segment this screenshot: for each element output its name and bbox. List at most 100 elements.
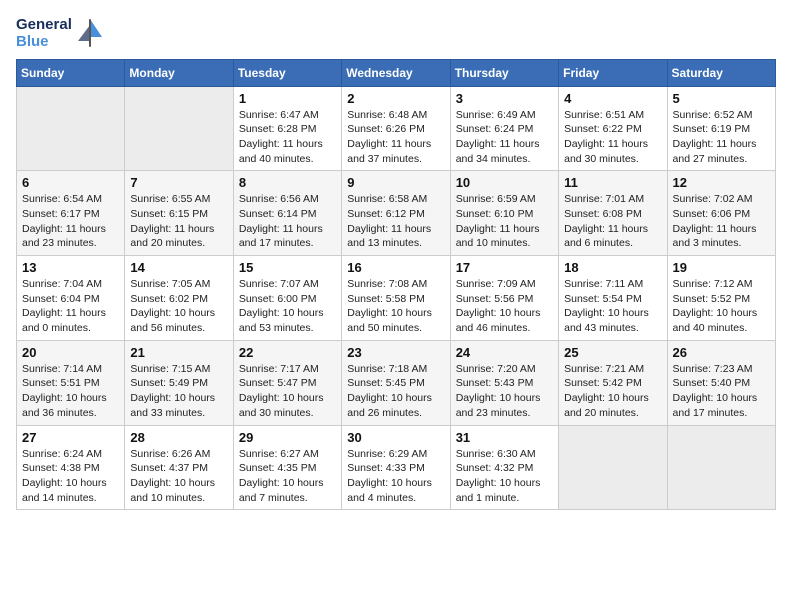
weekday-header-row: SundayMondayTuesdayWednesdayThursdayFrid… (17, 59, 776, 86)
calendar-cell: 2 Sunrise: 6:48 AMSunset: 6:26 PMDaylight… (342, 86, 450, 171)
calendar-cell: 31 Sunrise: 6:30 AMSunset: 4:32 PMDayligh… (450, 425, 558, 510)
day-info: Sunrise: 6:55 AMSunset: 6:15 PMDaylight:… (130, 192, 227, 251)
weekday-header-saturday: Saturday (667, 59, 775, 86)
calendar-cell: 22 Sunrise: 7:17 AMSunset: 5:47 PMDayligh… (233, 340, 341, 425)
day-number: 5 (673, 91, 770, 106)
calendar-cell: 17 Sunrise: 7:09 AMSunset: 5:56 PMDayligh… (450, 256, 558, 341)
logo-wordmark: GeneralBlue (16, 16, 72, 51)
day-number: 26 (673, 345, 770, 360)
calendar-cell: 19 Sunrise: 7:12 AMSunset: 5:52 PMDayligh… (667, 256, 775, 341)
calendar-table: SundayMondayTuesdayWednesdayThursdayFrid… (16, 59, 776, 511)
day-info: Sunrise: 7:14 AMSunset: 5:51 PMDaylight:… (22, 362, 119, 421)
day-number: 23 (347, 345, 444, 360)
day-number: 7 (130, 175, 227, 190)
day-info: Sunrise: 6:24 AMSunset: 4:38 PMDaylight:… (22, 447, 119, 506)
calendar-cell: 30 Sunrise: 6:29 AMSunset: 4:33 PMDayligh… (342, 425, 450, 510)
day-number: 18 (564, 260, 661, 275)
calendar-cell: 25Sunrise: 7:21 AMSunset: 5:42 PMDayligh… (559, 340, 667, 425)
calendar-cell: 21Sunrise: 7:15 AMSunset: 5:49 PMDayligh… (125, 340, 233, 425)
calendar-cell: 29Sunrise: 6:27 AMSunset: 4:35 PMDayligh… (233, 425, 341, 510)
day-info: Sunrise: 6:30 AMSunset: 4:32 PMDaylight:… (456, 447, 553, 506)
calendar-cell: 14 Sunrise: 7:05 AMSunset: 6:02 PMDayligh… (125, 256, 233, 341)
day-number: 13 (22, 260, 119, 275)
day-info: Sunrise: 6:27 AMSunset: 4:35 PMDaylight:… (239, 447, 336, 506)
day-info: Sunrise: 7:20 AMSunset: 5:43 PMDaylight:… (456, 362, 553, 421)
calendar-header: SundayMondayTuesdayWednesdayThursdayFrid… (17, 59, 776, 86)
day-info: Sunrise: 6:51 AMSunset: 6:22 PMDaylight:… (564, 108, 661, 167)
calendar-cell: 20 Sunrise: 7:14 AMSunset: 5:51 PMDayligh… (17, 340, 125, 425)
calendar-cell: 12 Sunrise: 7:02 AMSunset: 6:06 PMDayligh… (667, 171, 775, 256)
day-info: Sunrise: 6:59 AMSunset: 6:10 PMDaylight:… (456, 192, 553, 251)
day-number: 2 (347, 91, 444, 106)
calendar-cell: 10 Sunrise: 6:59 AMSunset: 6:10 PMDayligh… (450, 171, 558, 256)
calendar-cell: 16 Sunrise: 7:08 AMSunset: 5:58 PMDayligh… (342, 256, 450, 341)
calendar-cell: 13 Sunrise: 7:04 AMSunset: 6:04 PMDayligh… (17, 256, 125, 341)
calendar-week-4: 20 Sunrise: 7:14 AMSunset: 5:51 PMDayligh… (17, 340, 776, 425)
calendar-cell (667, 425, 775, 510)
calendar-cell: 28 Sunrise: 6:26 AMSunset: 4:37 PMDayligh… (125, 425, 233, 510)
day-number: 20 (22, 345, 119, 360)
calendar-cell: 8 Sunrise: 6:56 AMSunset: 6:14 PMDaylight… (233, 171, 341, 256)
calendar-cell: 24 Sunrise: 7:20 AMSunset: 5:43 PMDayligh… (450, 340, 558, 425)
day-number: 9 (347, 175, 444, 190)
calendar-week-5: 27 Sunrise: 6:24 AMSunset: 4:38 PMDayligh… (17, 425, 776, 510)
weekday-header-friday: Friday (559, 59, 667, 86)
day-number: 27 (22, 430, 119, 445)
day-info: Sunrise: 7:09 AMSunset: 5:56 PMDaylight:… (456, 277, 553, 336)
day-info: Sunrise: 6:29 AMSunset: 4:33 PMDaylight:… (347, 447, 444, 506)
calendar-cell: 23 Sunrise: 7:18 AMSunset: 5:45 PMDayligh… (342, 340, 450, 425)
day-info: Sunrise: 7:08 AMSunset: 5:58 PMDaylight:… (347, 277, 444, 336)
day-number: 22 (239, 345, 336, 360)
day-info: Sunrise: 6:58 AMSunset: 6:12 PMDaylight:… (347, 192, 444, 251)
calendar-cell (125, 86, 233, 171)
day-info: Sunrise: 7:17 AMSunset: 5:47 PMDaylight:… (239, 362, 336, 421)
day-info: Sunrise: 6:26 AMSunset: 4:37 PMDaylight:… (130, 447, 227, 506)
day-number: 10 (456, 175, 553, 190)
day-info: Sunrise: 6:54 AMSunset: 6:17 PMDaylight:… (22, 192, 119, 251)
day-number: 1 (239, 91, 336, 106)
calendar-cell: 26 Sunrise: 7:23 AMSunset: 5:40 PMDayligh… (667, 340, 775, 425)
calendar-cell: 7 Sunrise: 6:55 AMSunset: 6:15 PMDaylight… (125, 171, 233, 256)
day-info: Sunrise: 7:21 AMSunset: 5:42 PMDaylight:… (564, 362, 661, 421)
day-info: Sunrise: 7:18 AMSunset: 5:45 PMDaylight:… (347, 362, 444, 421)
day-number: 14 (130, 260, 227, 275)
calendar-cell (559, 425, 667, 510)
day-number: 19 (673, 260, 770, 275)
day-number: 17 (456, 260, 553, 275)
day-number: 28 (130, 430, 227, 445)
calendar-cell: 1 Sunrise: 6:47 AMSunset: 6:28 PMDaylight… (233, 86, 341, 171)
day-number: 12 (673, 175, 770, 190)
calendar-body: 1 Sunrise: 6:47 AMSunset: 6:28 PMDaylight… (17, 86, 776, 510)
calendar-cell: 11 Sunrise: 7:01 AMSunset: 6:08 PMDayligh… (559, 171, 667, 256)
day-info: Sunrise: 7:01 AMSunset: 6:08 PMDaylight:… (564, 192, 661, 251)
day-info: Sunrise: 7:23 AMSunset: 5:40 PMDaylight:… (673, 362, 770, 421)
day-info: Sunrise: 7:05 AMSunset: 6:02 PMDaylight:… (130, 277, 227, 336)
weekday-header-monday: Monday (125, 59, 233, 86)
weekday-header-wednesday: Wednesday (342, 59, 450, 86)
day-number: 11 (564, 175, 661, 190)
calendar-cell (17, 86, 125, 171)
day-info: Sunrise: 7:04 AMSunset: 6:04 PMDaylight:… (22, 277, 119, 336)
day-number: 24 (456, 345, 553, 360)
day-info: Sunrise: 6:49 AMSunset: 6:24 PMDaylight:… (456, 108, 553, 167)
calendar-cell: 3Sunrise: 6:49 AMSunset: 6:24 PMDaylight… (450, 86, 558, 171)
calendar-cell: 18Sunrise: 7:11 AMSunset: 5:54 PMDayligh… (559, 256, 667, 341)
day-number: 16 (347, 260, 444, 275)
day-info: Sunrise: 7:12 AMSunset: 5:52 PMDaylight:… (673, 277, 770, 336)
day-info: Sunrise: 6:48 AMSunset: 6:26 PMDaylight:… (347, 108, 444, 167)
day-number: 15 (239, 260, 336, 275)
day-info: Sunrise: 6:56 AMSunset: 6:14 PMDaylight:… (239, 192, 336, 251)
day-number: 8 (239, 175, 336, 190)
calendar-cell: 4Sunrise: 6:51 AMSunset: 6:22 PMDaylight… (559, 86, 667, 171)
logo-sail-icon (76, 17, 104, 49)
weekday-header-sunday: Sunday (17, 59, 125, 86)
calendar-cell: 6Sunrise: 6:54 AMSunset: 6:17 PMDaylight… (17, 171, 125, 256)
day-number: 30 (347, 430, 444, 445)
day-info: Sunrise: 7:07 AMSunset: 6:00 PMDaylight:… (239, 277, 336, 336)
day-info: Sunrise: 7:02 AMSunset: 6:06 PMDaylight:… (673, 192, 770, 251)
calendar-cell: 15 Sunrise: 7:07 AMSunset: 6:00 PMDayligh… (233, 256, 341, 341)
day-number: 31 (456, 430, 553, 445)
calendar-week-3: 13 Sunrise: 7:04 AMSunset: 6:04 PMDayligh… (17, 256, 776, 341)
day-info: Sunrise: 6:47 AMSunset: 6:28 PMDaylight:… (239, 108, 336, 167)
calendar-cell: 5Sunrise: 6:52 AMSunset: 6:19 PMDaylight… (667, 86, 775, 171)
